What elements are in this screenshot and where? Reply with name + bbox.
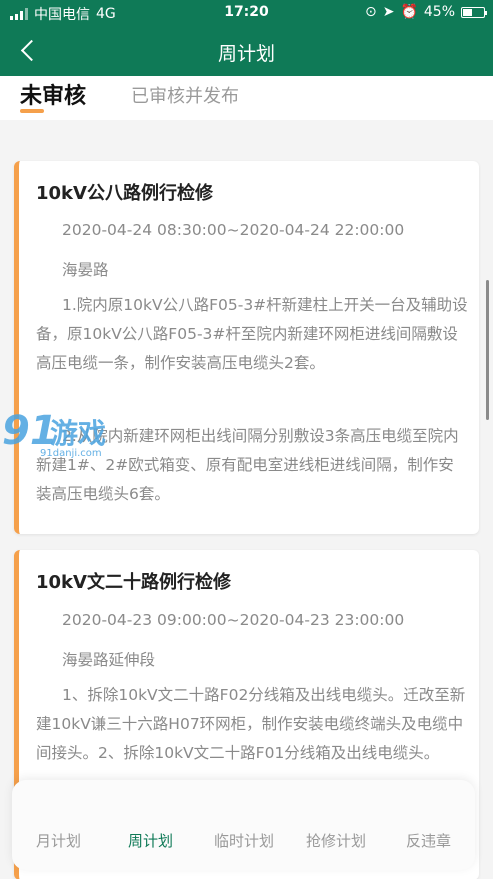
tab-unreviewed[interactable]: 未审核 xyxy=(20,78,86,110)
bottom-navigation: 月计划 周计划 临时计划 抢修计划 反违章 xyxy=(12,780,475,870)
status-bar: 中国电信 4G 17:20 ⊙ ➤ ⏰ 45% xyxy=(0,0,493,26)
scrollbar[interactable] xyxy=(486,280,489,420)
nav-item-repair-plan[interactable]: 抢修计划 xyxy=(306,830,366,851)
plan-time: 2020-04-23 09:00:00~2020-04-23 23:00:00 xyxy=(62,611,405,629)
alarm-icon: ⏰ xyxy=(400,4,418,20)
plan-location: 海晏路 xyxy=(62,261,109,279)
status-right: ⊙ ➤ ⏰ 45% xyxy=(364,4,487,20)
nav-item-anti-violation[interactable]: 反违章 xyxy=(406,830,451,851)
watermark-logo: 91 游戏 91danji.com xyxy=(2,408,132,468)
rotation-lock-icon: ⊙ xyxy=(364,4,377,20)
tab-bar: 未审核 已审核并发布 xyxy=(0,76,493,120)
active-tab-indicator xyxy=(20,109,44,113)
nav-item-monthly-plan[interactable]: 月计划 xyxy=(36,830,81,851)
plan-title: 10kV公八路例行检修 xyxy=(36,183,213,204)
page-title: 周计划 xyxy=(217,43,275,65)
plan-time: 2020-04-24 08:30:00~2020-04-24 22:00:00 xyxy=(62,221,405,239)
watermark-site: 91danji.com xyxy=(40,448,102,459)
navigation-bar: 周计划 xyxy=(0,26,493,76)
battery-percent: 45% xyxy=(423,4,455,20)
tab-reviewed-published[interactable]: 已审核并发布 xyxy=(131,82,239,108)
plan-card[interactable]: 10kV公八路例行检修 2020-04-24 08:30:00~2020-04-… xyxy=(14,161,479,534)
plan-location: 海晏路延伸段 xyxy=(62,651,156,669)
plan-description: 1.院内原10kV公八路F05-3#杆新建柱上开关一台及辅助设备，原10kV公八… xyxy=(36,296,468,372)
watermark-text: 游戏 xyxy=(50,417,107,450)
battery-icon xyxy=(461,6,487,18)
nav-item-weekly-plan[interactable]: 周计划 xyxy=(128,830,173,851)
plan-title: 10kV文二十路例行检修 xyxy=(36,572,231,593)
location-icon: ➤ xyxy=(382,4,395,20)
nav-item-temporary-plan[interactable]: 临时计划 xyxy=(214,830,274,851)
plan-description: 1、拆除10kV文二十路F02分线箱及出线电缆头。迁改至新建10kV谦三十六路H… xyxy=(36,686,466,762)
